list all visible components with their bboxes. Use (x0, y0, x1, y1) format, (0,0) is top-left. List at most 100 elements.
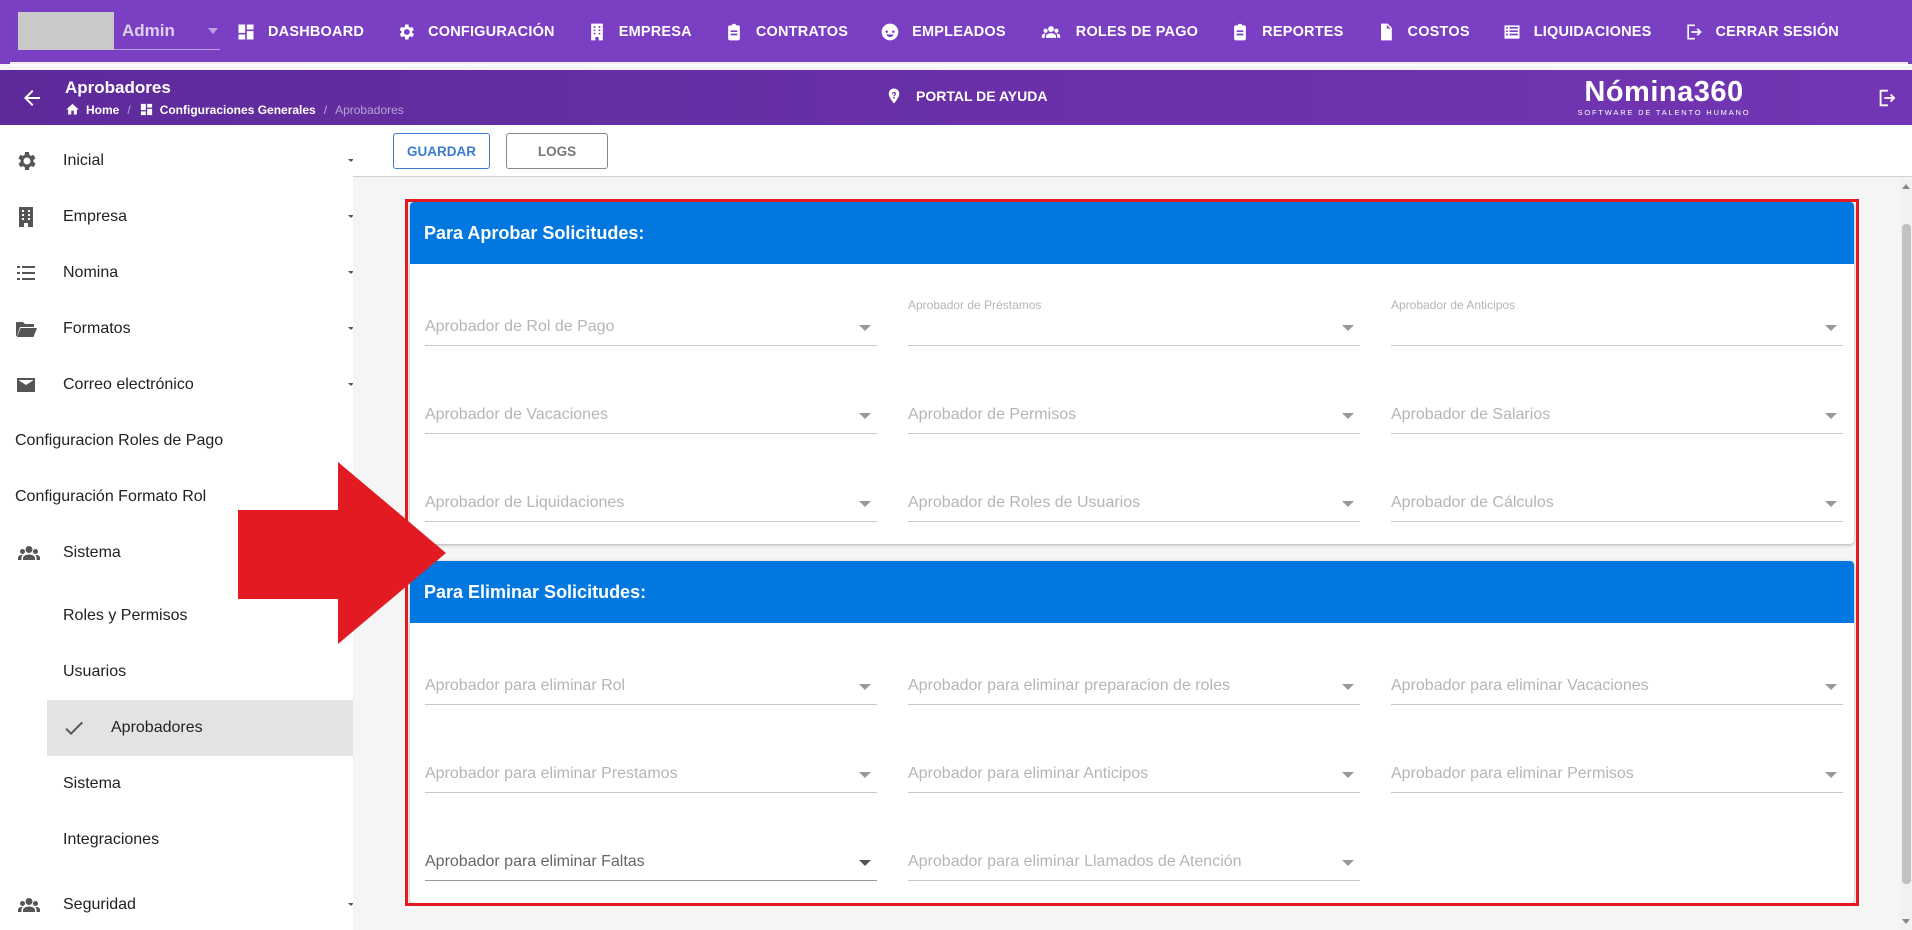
breadcrumb-home[interactable]: Home (86, 103, 119, 117)
file-dollar-icon (1380, 23, 1392, 41)
nav-label: LIQUIDACIONES (1533, 24, 1652, 40)
page-header: Aprobadores Home / Configuraciones Gener… (0, 70, 1912, 125)
breadcrumb-separator: / (323, 102, 328, 117)
sidebar-item-config-roles-pago[interactable]: Configuracion Roles de Pago (0, 413, 353, 469)
arrow-left-icon (24, 90, 40, 106)
breadcrumb: Home / Configuraciones Generales / Aprob… (65, 102, 404, 117)
breadcrumb-separator: / (127, 102, 131, 117)
breadcrumb-configuraciones[interactable]: Configuraciones Generales (160, 103, 316, 117)
home-icon (66, 103, 79, 115)
chevron-down-icon (348, 327, 353, 330)
users-icon (14, 893, 44, 917)
sidebar-item-label: Usuarios (63, 663, 127, 680)
building-icon (14, 205, 38, 229)
list-icon (1504, 25, 1520, 39)
sidebar-item-sistema[interactable]: Sistema (0, 756, 353, 812)
sidebar-item-inicial[interactable]: Inicial (0, 133, 353, 189)
logout-button[interactable] (1876, 87, 1898, 109)
sidebar-item-label: Sistema (63, 544, 121, 561)
page-title: Aprobadores (65, 78, 171, 97)
main-menu: DASHBOARD CONFIGURACIÓN EMPRESA CONTRATO… (236, 0, 1839, 64)
users-icon (1041, 26, 1060, 38)
sidebar-item-label: Configuracion Roles de Pago (15, 432, 224, 449)
gear-icon (399, 24, 415, 40)
nav-label: COSTOS (1407, 24, 1470, 40)
folder-open-icon (14, 317, 38, 341)
chevron-down-icon (348, 903, 353, 906)
user-name: Admin (122, 20, 175, 40)
help-label: PORTAL DE AYUDA (916, 88, 1048, 104)
nav-item-empleados[interactable]: EMPLEADOS (880, 22, 1006, 42)
avatar (18, 11, 114, 50)
nav-label: CONTRATOS (755, 24, 849, 40)
user-selector[interactable]: Admin (18, 11, 220, 50)
check-icon (62, 716, 86, 740)
sidebar-item-label: Roles y Permisos (63, 607, 188, 624)
nav-item-contratos[interactable]: CONTRATOS (724, 22, 848, 42)
nav-label: DASHBOARD (268, 24, 365, 40)
sidebar-item-label: Formatos (63, 320, 131, 337)
chevron-down-icon (208, 27, 218, 34)
dashboard-icon (140, 103, 152, 116)
nav-label: ROLES DE PAGO (1075, 24, 1199, 40)
users-icon (14, 541, 44, 565)
sidebar-item-correo[interactable]: Correo electrónico (0, 357, 353, 413)
nav-label: EMPLEADOS (912, 24, 1006, 40)
chevron-down-icon (348, 383, 353, 386)
brand-logo: Nómina360 SOFTWARE DE TALENTO HUMANO (1574, 76, 1754, 117)
logout-icon (1879, 89, 1896, 107)
chevron-down-icon (348, 271, 353, 274)
sidebar-item-label: Integraciones (63, 831, 160, 848)
nav-item-dashboard[interactable]: DASHBOARD (236, 22, 364, 42)
nav-underline (10, 62, 1908, 66)
save-button[interactable]: GUARDAR (393, 133, 490, 169)
face-icon (881, 23, 899, 41)
nav-item-reportes[interactable]: REPORTES (1230, 22, 1343, 42)
sidebar-item-label: Empresa (63, 208, 128, 225)
highlight-outline (405, 199, 1859, 906)
help-portal-link[interactable]: PORTAL DE AYUDA (885, 87, 1047, 105)
clipboard-icon (1234, 23, 1246, 41)
sidebar-item-nomina[interactable]: Nomina (0, 245, 353, 301)
breadcrumb-current: Aprobadores (335, 102, 404, 117)
gear-icon (14, 149, 38, 173)
logo-text: Nómina360 (1584, 76, 1744, 108)
sidebar-item-usuarios[interactable]: Usuarios (0, 644, 353, 700)
sidebar-item-label: Sistema (63, 775, 121, 792)
sidebar-item-label: Aprobadores (111, 719, 203, 736)
scroll-up-icon[interactable] (1902, 184, 1910, 189)
nav-label: CONFIGURACIÓN (428, 24, 555, 40)
nav-item-empresa[interactable]: EMPRESA (587, 22, 692, 42)
nav-item-roles-de-pago[interactable]: ROLES DE PAGO (1038, 22, 1198, 42)
nav-item-cerrar-sesion[interactable]: CERRAR SESIÓN (1684, 22, 1839, 42)
logs-button[interactable]: LOGS (506, 133, 608, 169)
sidebar-item-label: Seguridad (63, 896, 136, 913)
scrollbar-thumb[interactable] (1902, 224, 1911, 884)
sidebar-item-formatos[interactable]: Formatos (0, 301, 353, 357)
logo-tagline: SOFTWARE DE TALENTO HUMANO (1577, 108, 1751, 117)
sidebar-item-seguridad[interactable]: Seguridad (0, 877, 353, 930)
nav-label: CERRAR SESIÓN (1715, 24, 1839, 40)
dashboard-icon (238, 24, 254, 40)
scrollbar[interactable] (1900, 178, 1912, 930)
chevron-down-icon (348, 215, 353, 218)
mail-icon (14, 373, 38, 397)
nav-label: REPORTES (1262, 24, 1344, 40)
nav-label: EMPRESA (618, 24, 692, 40)
logout-icon (1686, 24, 1702, 40)
nav-item-liquidaciones[interactable]: LIQUIDACIONES (1502, 22, 1652, 42)
sidebar-item-integraciones[interactable]: Integraciones (0, 812, 353, 868)
help-icon (888, 88, 900, 104)
building-icon (590, 23, 603, 41)
clipboard-icon (727, 23, 740, 41)
back-button[interactable] (20, 86, 44, 110)
sidebar-item-empresa[interactable]: Empresa (0, 189, 353, 245)
scroll-down-icon[interactable] (1902, 919, 1910, 924)
nav-item-costos[interactable]: COSTOS (1376, 22, 1470, 42)
sidebar-item-aprobadores[interactable]: Aprobadores (47, 700, 353, 756)
sidebar-item-label: Configuración Formato Rol (15, 488, 207, 505)
nav-item-configuracion[interactable]: CONFIGURACIÓN (396, 22, 555, 42)
sidebar-item-label: Inicial (63, 152, 104, 169)
top-navbar: Admin DASHBOARD CONFIGURACIÓN EMPRESA CO… (0, 0, 1912, 66)
sidebar-item-label: Correo electrónico (63, 376, 194, 393)
